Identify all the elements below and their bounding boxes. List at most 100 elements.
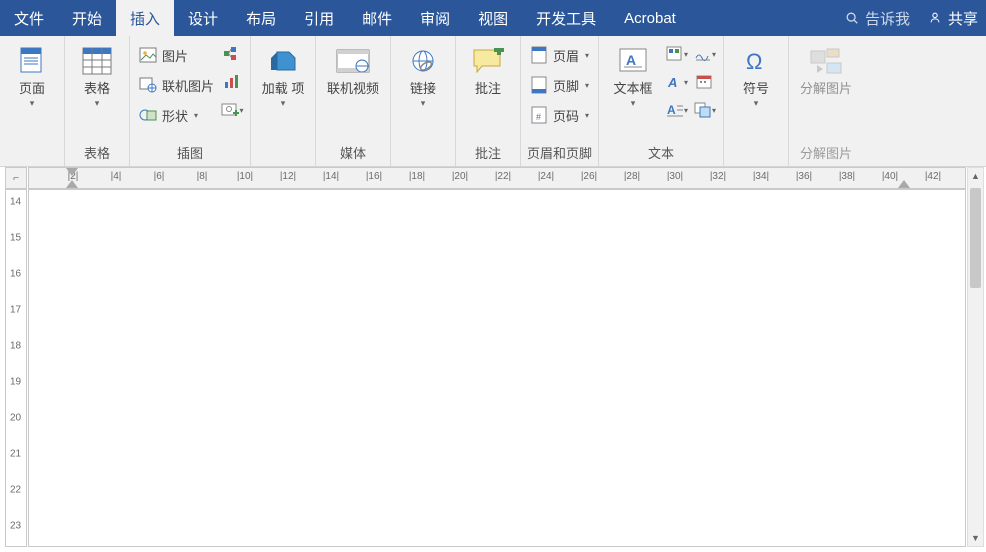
group-addins: 加载 项 ▾ bbox=[251, 36, 316, 166]
ruler-tick: |14| bbox=[323, 171, 339, 182]
decompose-button: 分解图片 bbox=[795, 40, 857, 96]
wordart-icon: A bbox=[666, 74, 684, 90]
group-header-footer: 页眉▾ 页脚▾ #页码▾ 页眉和页脚 bbox=[521, 36, 599, 166]
group-label: 页眉和页脚 bbox=[527, 140, 592, 166]
tell-me-label: 告诉我 bbox=[865, 8, 910, 29]
person-icon bbox=[928, 11, 942, 25]
dropdown-icon: ▾ bbox=[194, 111, 198, 120]
pages-button[interactable]: 页面 ▾ bbox=[6, 40, 58, 109]
tab-references[interactable]: 引用 bbox=[290, 0, 348, 36]
scroll-thumb[interactable] bbox=[970, 188, 981, 288]
ruler-tick: |6| bbox=[154, 171, 165, 182]
horizontal-ruler[interactable]: |2||4||6||8||10||12||14||16||18||20||22|… bbox=[28, 167, 966, 189]
ruler-tick: 16 bbox=[10, 269, 21, 280]
group-table: 表格 ▾ 表格 bbox=[65, 36, 130, 166]
group-decompose: 分解图片 分解图片 bbox=[789, 36, 863, 166]
tab-design[interactable]: 设计 bbox=[174, 0, 232, 36]
table-button[interactable]: 表格 ▾ bbox=[71, 40, 123, 109]
tab-insert[interactable]: 插入 bbox=[116, 0, 174, 36]
dropdown-icon: ▾ bbox=[754, 98, 759, 109]
tab-review[interactable]: 审阅 bbox=[406, 0, 464, 36]
document-area[interactable] bbox=[28, 189, 966, 547]
footer-button[interactable]: 页脚▾ bbox=[527, 72, 591, 98]
group-label: 媒体 bbox=[322, 140, 384, 166]
right-indent-marker[interactable] bbox=[898, 180, 910, 188]
tab-home[interactable]: 开始 bbox=[58, 0, 116, 36]
tab-file[interactable]: 文件 bbox=[0, 0, 58, 36]
picture-icon bbox=[138, 45, 158, 65]
group-label: 分解图片 bbox=[795, 140, 857, 166]
ruler-tick: |40| bbox=[882, 171, 898, 182]
ruler-tick: 23 bbox=[10, 521, 21, 532]
vertical-scrollbar[interactable]: ▲ ▼ bbox=[967, 167, 984, 547]
dropdown-icon: ▾ bbox=[421, 98, 426, 109]
shapes-button[interactable]: 形状 ▾ bbox=[136, 102, 216, 128]
tab-layout[interactable]: 布局 bbox=[232, 0, 290, 36]
scroll-down-arrow[interactable]: ▼ bbox=[968, 530, 983, 546]
ruler-tick: |24| bbox=[538, 171, 554, 182]
ruler-tick: |36| bbox=[796, 171, 812, 182]
header-button[interactable]: 页眉▾ bbox=[527, 42, 591, 68]
smartart-icon bbox=[223, 46, 241, 62]
object-icon bbox=[694, 102, 712, 118]
ruler-tick: |42| bbox=[925, 171, 941, 182]
online-pictures-button[interactable]: 联机图片 bbox=[136, 72, 216, 98]
vertical-ruler[interactable]: 14151617181920212223 bbox=[5, 189, 27, 547]
comment-button[interactable]: 批注 bbox=[462, 40, 514, 96]
dropcap-button[interactable]: A▾ bbox=[665, 98, 689, 122]
pagenum-icon: # bbox=[529, 105, 549, 125]
group-label: 文本 bbox=[605, 140, 717, 166]
ruler-tick: |8| bbox=[197, 171, 208, 182]
group-label bbox=[257, 144, 309, 166]
symbol-button[interactable]: Ω 符号 ▾ bbox=[730, 40, 782, 109]
share-button[interactable]: 共享 bbox=[920, 0, 986, 36]
link-button[interactable]: 链接 ▾ bbox=[397, 40, 449, 109]
ruler-tick: 15 bbox=[10, 233, 21, 244]
share-label: 共享 bbox=[948, 8, 978, 29]
omega-icon: Ω bbox=[739, 44, 773, 78]
ruler-tick: |26| bbox=[581, 171, 597, 182]
textbox-button[interactable]: A 文本框 ▾ bbox=[605, 40, 661, 109]
group-label bbox=[730, 144, 782, 166]
quickparts-icon bbox=[666, 46, 684, 62]
signature-button[interactable]: ▾ bbox=[693, 42, 717, 66]
dropcap-icon: A bbox=[666, 102, 684, 118]
first-line-indent-marker[interactable] bbox=[66, 168, 78, 176]
object-button[interactable]: ▾ bbox=[693, 98, 717, 122]
footer-icon bbox=[529, 75, 549, 95]
tab-view[interactable]: 视图 bbox=[464, 0, 522, 36]
ruler-corner[interactable]: ⌐ bbox=[5, 167, 27, 189]
shapes-label: 形状 bbox=[162, 106, 188, 125]
datetime-icon bbox=[696, 74, 714, 90]
screenshot-button[interactable]: ▾ bbox=[220, 98, 244, 122]
ruler-tick: |28| bbox=[624, 171, 640, 182]
online-video-button[interactable]: 联机视频 bbox=[322, 40, 384, 96]
shapes-icon bbox=[138, 105, 158, 125]
quickparts-button[interactable]: ▾ bbox=[665, 42, 689, 66]
ruler-tick: |22| bbox=[495, 171, 511, 182]
pagenum-label: 页码 bbox=[553, 106, 579, 125]
scroll-up-arrow[interactable]: ▲ bbox=[968, 168, 983, 184]
page-number-button[interactable]: #页码▾ bbox=[527, 102, 591, 128]
textbox-icon: A bbox=[616, 44, 650, 78]
ruler-tick: 18 bbox=[10, 341, 21, 352]
header-icon bbox=[529, 45, 549, 65]
wordart-button[interactable]: A▾ bbox=[665, 70, 689, 94]
left-indent-marker[interactable] bbox=[66, 180, 78, 188]
pictures-button[interactable]: 图片 bbox=[136, 42, 216, 68]
datetime-button[interactable] bbox=[693, 70, 717, 94]
smartart-button[interactable] bbox=[220, 42, 244, 66]
screenshot-icon bbox=[221, 102, 239, 118]
group-pages: 页面 ▾ bbox=[0, 36, 65, 166]
tab-mailings[interactable]: 邮件 bbox=[348, 0, 406, 36]
tell-me[interactable]: 告诉我 bbox=[835, 0, 920, 36]
group-label bbox=[397, 144, 449, 166]
dropdown-icon: ▾ bbox=[585, 51, 589, 60]
decompose-icon bbox=[809, 44, 843, 78]
ruler-tick: |38| bbox=[839, 171, 855, 182]
chart-button[interactable] bbox=[220, 70, 244, 94]
dropdown-icon: ▾ bbox=[585, 81, 589, 90]
addins-button[interactable]: 加载 项 ▾ bbox=[257, 40, 309, 109]
tab-developer[interactable]: 开发工具 bbox=[522, 0, 610, 36]
tab-acrobat[interactable]: Acrobat bbox=[610, 0, 690, 36]
